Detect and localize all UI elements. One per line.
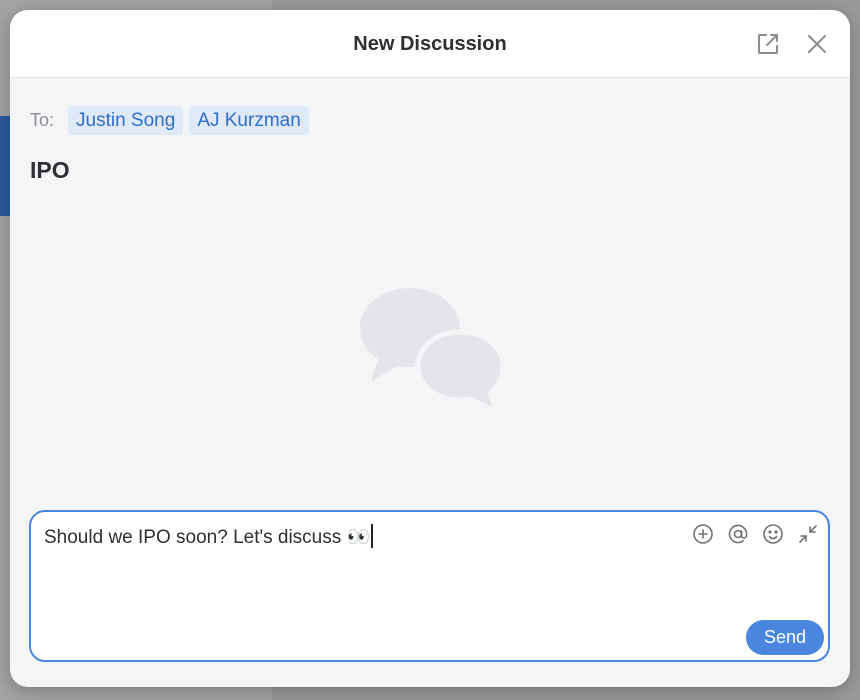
- send-button[interactable]: Send: [746, 620, 824, 655]
- recipients-row: To: Justin Song AJ Kurzman: [30, 105, 309, 135]
- message-text: Should we IPO soon? Let's discuss 👀: [44, 527, 371, 548]
- plus-circle-icon[interactable]: [691, 522, 715, 546]
- dialog-header: New Discussion: [10, 10, 850, 78]
- discussion-subject[interactable]: IPO: [30, 157, 70, 184]
- external-link-icon[interactable]: [754, 30, 782, 58]
- message-input[interactable]: Should we IPO soon? Let's discuss 👀: [44, 524, 374, 549]
- chat-bubbles-icon: [358, 286, 506, 417]
- new-discussion-dialog: New Discussion To: Justin Song AJ Kurzma…: [10, 10, 850, 687]
- text-caret: [371, 524, 374, 548]
- recipient-chip[interactable]: AJ Kurzman: [189, 105, 309, 135]
- at-icon[interactable]: [726, 522, 750, 546]
- recipient-chip[interactable]: Justin Song: [68, 105, 184, 135]
- smiley-icon[interactable]: [761, 522, 785, 546]
- to-label: To:: [30, 109, 55, 130]
- dialog-title: New Discussion: [353, 33, 507, 55]
- close-icon[interactable]: [803, 30, 831, 58]
- collapse-icon[interactable]: [796, 522, 820, 546]
- message-composer[interactable]: Should we IPO soon? Let's discuss 👀 Send: [29, 510, 830, 662]
